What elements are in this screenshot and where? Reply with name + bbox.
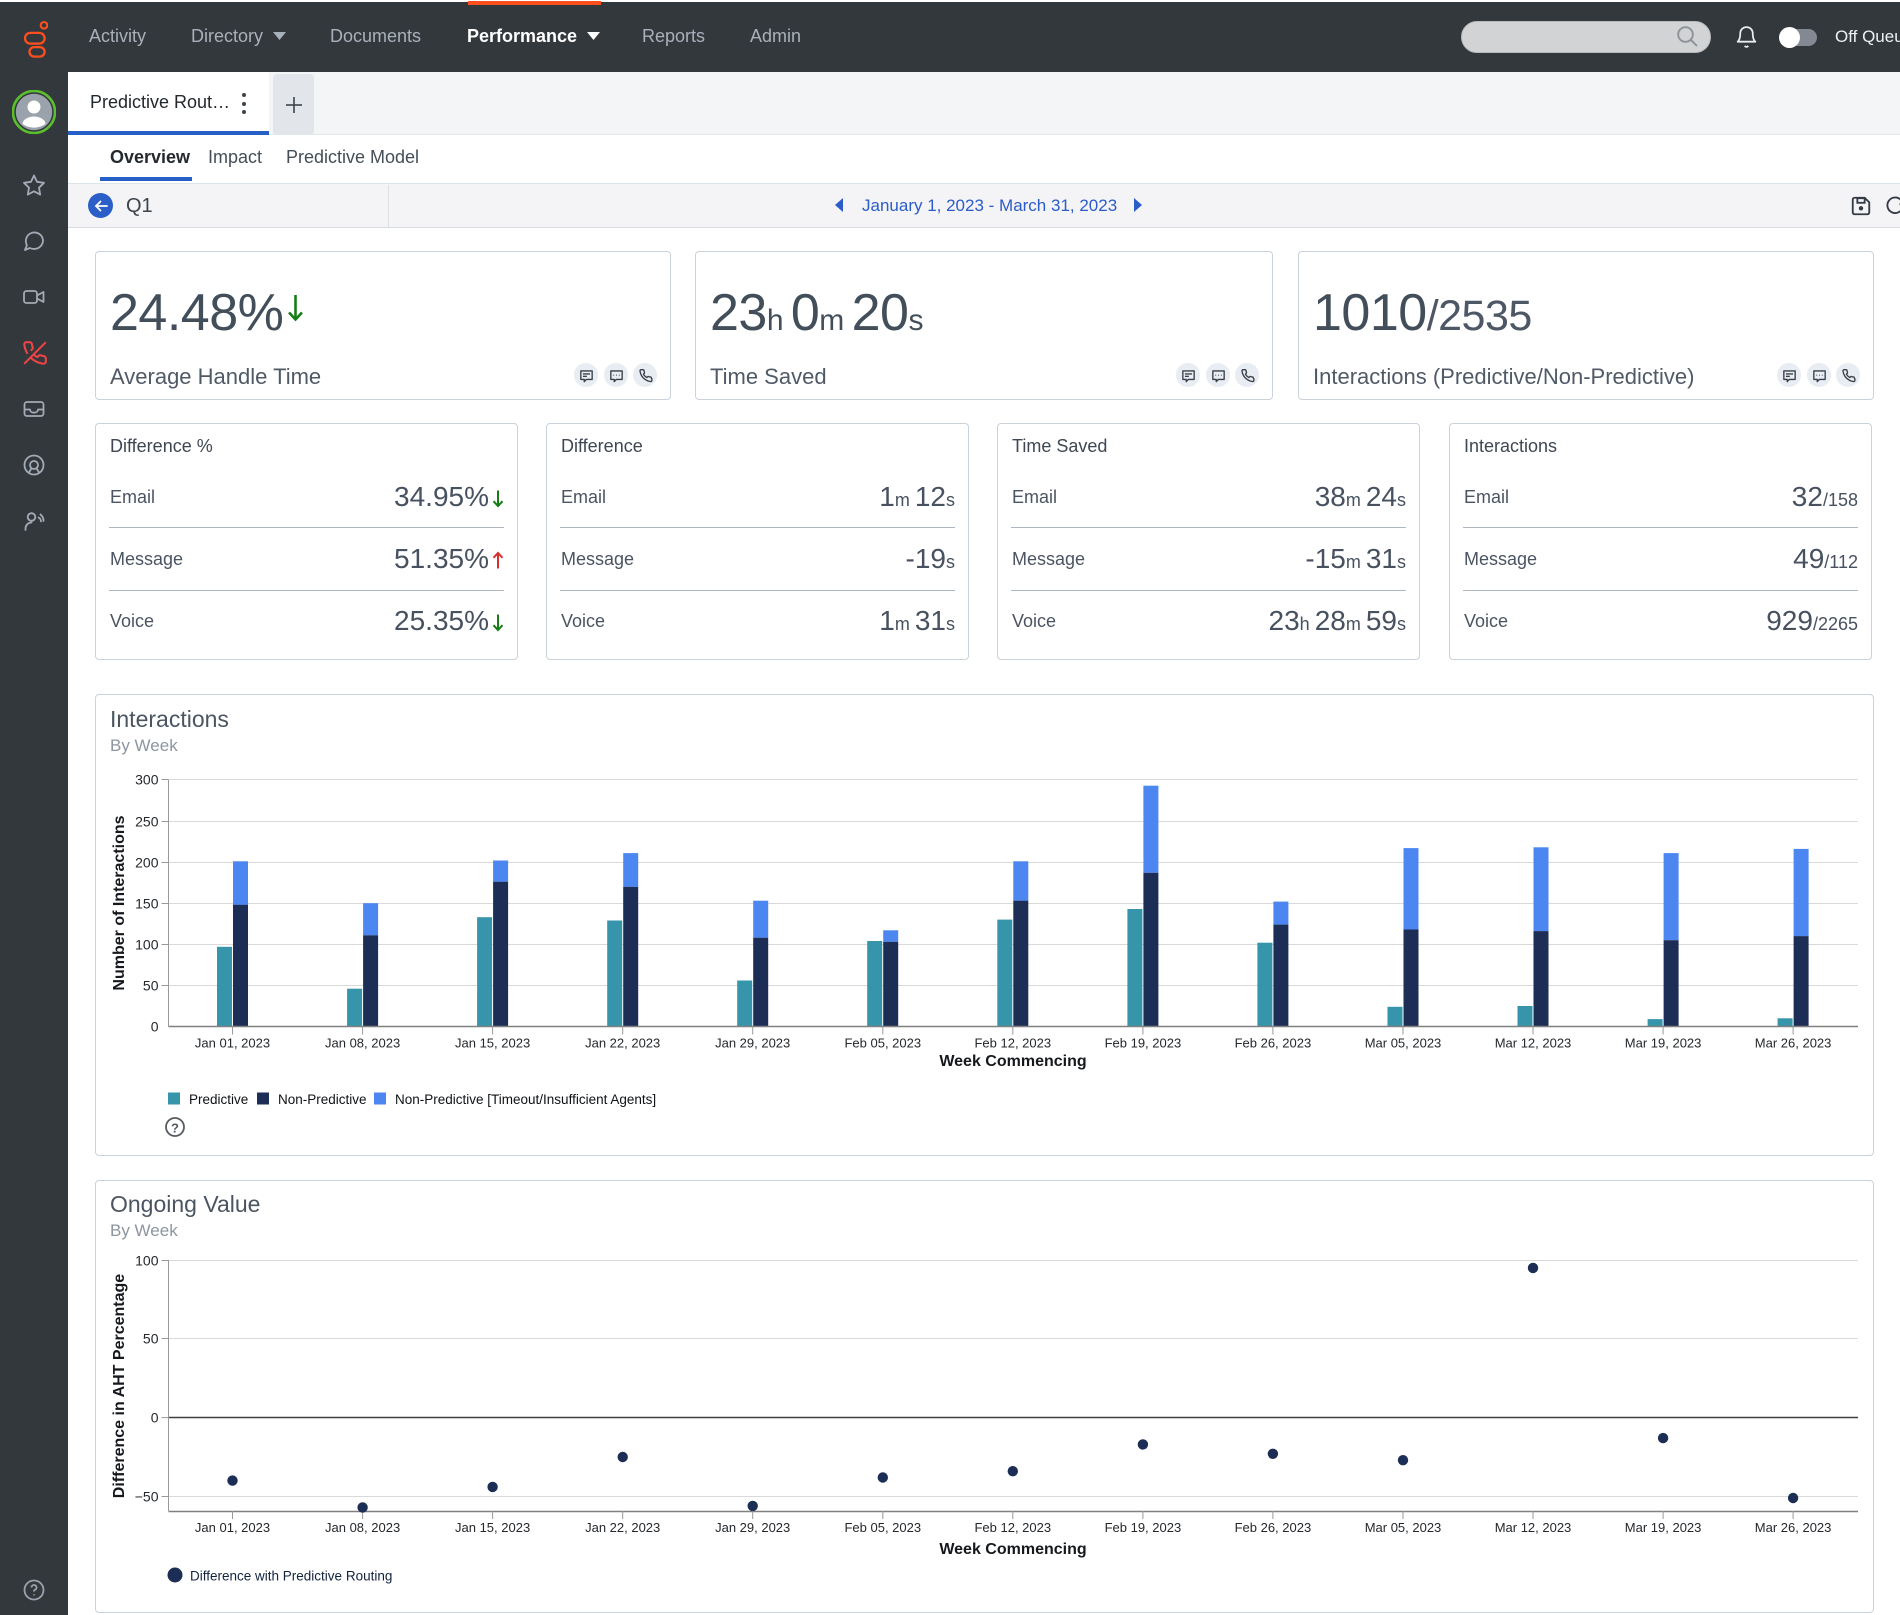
- svg-text:Jan 29, 2023: Jan 29, 2023: [715, 1520, 790, 1535]
- svg-text:0: 0: [151, 1410, 159, 1426]
- svg-text:50: 50: [143, 1331, 159, 1347]
- svg-text:Mar 05, 2023: Mar 05, 2023: [1365, 1520, 1442, 1535]
- svg-text:Difference in AHT Percentage: Difference in AHT Percentage: [111, 1274, 128, 1498]
- svg-text:Jan 22, 2023: Jan 22, 2023: [585, 1520, 660, 1535]
- svg-text:Feb 12, 2023: Feb 12, 2023: [974, 1520, 1051, 1535]
- svg-text:Feb 19, 2023: Feb 19, 2023: [1105, 1520, 1182, 1535]
- svg-text:−50: −50: [135, 1489, 159, 1505]
- svg-text:100: 100: [135, 1253, 159, 1269]
- svg-text:Difference with Predictive Rou: Difference with Predictive Routing: [190, 1569, 392, 1584]
- svg-text:Jan 08, 2023: Jan 08, 2023: [325, 1520, 400, 1535]
- svg-text:Jan 01, 2023: Jan 01, 2023: [195, 1520, 270, 1535]
- svg-text:Feb 05, 2023: Feb 05, 2023: [844, 1520, 921, 1535]
- svg-text:Mar 19, 2023: Mar 19, 2023: [1625, 1520, 1702, 1535]
- svg-text:Feb 26, 2023: Feb 26, 2023: [1235, 1520, 1312, 1535]
- svg-text:Jan 15, 2023: Jan 15, 2023: [455, 1520, 530, 1535]
- svg-text:Mar 26, 2023: Mar 26, 2023: [1755, 1520, 1832, 1535]
- svg-text:Mar 12, 2023: Mar 12, 2023: [1495, 1520, 1572, 1535]
- svg-text:Week Commencing: Week Commencing: [939, 1541, 1086, 1558]
